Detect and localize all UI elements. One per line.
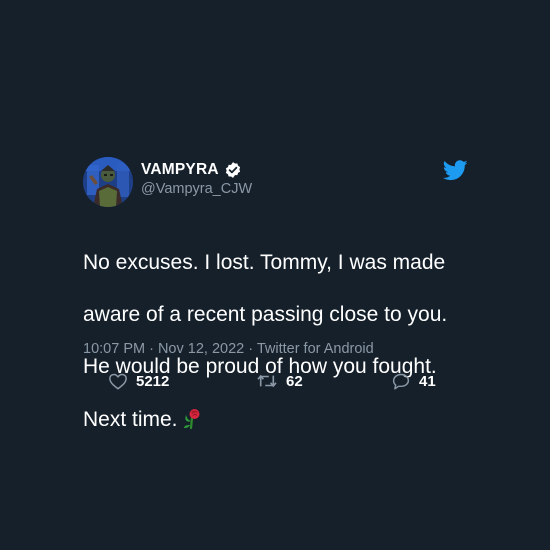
tweet-card: VAMPYRA @Vampyra_CJW No excuses. I lost.… [0, 0, 550, 550]
handle[interactable]: @Vampyra_CJW [141, 181, 252, 197]
tweet-text-line: Next time. [83, 408, 178, 431]
retweet-icon [257, 374, 277, 388]
tweet-text-line-last: Next time. [83, 406, 483, 433]
heart-icon [109, 373, 127, 390]
like-button[interactable]: 5212 [108, 370, 169, 392]
reply-button[interactable]: 41 [391, 370, 436, 392]
tweet-text-line: No excuses. I lost. Tommy, I was made [83, 251, 446, 274]
rose-emoji-icon [180, 406, 204, 430]
tweet-actions: 5212 62 41 [0, 370, 550, 394]
name-row: VAMPYRA [141, 160, 242, 180]
twitter-bird-icon[interactable] [442, 160, 468, 181]
reply-count: 41 [419, 372, 436, 390]
tweet-text-line: aware of a recent passing close to you. [83, 303, 448, 326]
reply-bubble-icon [392, 373, 410, 390]
verified-badge-icon [224, 161, 242, 179]
tweet-timestamp-source[interactable]: 10:07 PM · Nov 12, 2022 · Twitter for An… [83, 341, 374, 357]
retweet-button[interactable]: 62 [256, 370, 303, 392]
display-name[interactable]: VAMPYRA [141, 161, 219, 179]
retweet-count: 62 [286, 372, 303, 390]
like-count: 5212 [136, 372, 170, 390]
avatar[interactable] [83, 157, 133, 207]
